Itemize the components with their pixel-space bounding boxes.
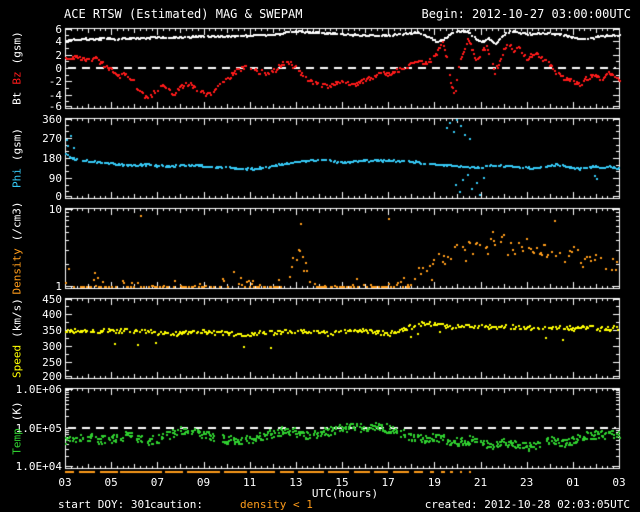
- panel-ylabel-phi: Phi (gsm): [10, 128, 24, 188]
- y-tick-label-speed: 300: [42, 340, 62, 353]
- y-tick-label-density: 1: [55, 280, 62, 293]
- start-doy-label: start DOY: 301: [58, 498, 151, 511]
- x-tick-label: 21: [473, 476, 488, 489]
- x-tick-label: 13: [289, 476, 303, 489]
- panel-ylabel-part: Density: [10, 248, 24, 295]
- plot-canvas: [0, 0, 640, 512]
- ace-rtsw-chart: ACE RTSW (Estimated) MAG & SWEPAM Begin:…: [0, 0, 640, 512]
- x-tick-label: 03: [612, 476, 626, 489]
- y-tick-label-phi: 180: [42, 152, 62, 165]
- y-tick-label-density: 10: [48, 203, 62, 216]
- y-tick-label-speed: 400: [42, 308, 62, 321]
- y-tick-label-bt_bz: -2: [48, 75, 62, 88]
- x-tick-label: 05: [104, 476, 118, 489]
- x-tick-label: 17: [381, 476, 395, 489]
- y-tick-label-bt_bz: 2: [55, 49, 62, 62]
- panel-ylabel-part: Bt: [10, 91, 24, 105]
- panel-ylabel-part: Phi: [10, 168, 24, 188]
- panel-ylabel-speed: Speed (km/s): [10, 298, 24, 378]
- x-tick-label: 01: [566, 476, 580, 489]
- panel-ylabel-part: (K): [10, 401, 24, 422]
- y-tick-label-phi: 0: [55, 190, 62, 203]
- panel-ylabel-temp: Temp (K): [10, 401, 24, 455]
- panel-ylabel-bt_bz: Bt Bz (gsm): [10, 31, 24, 105]
- panel-ylabel-part: (/cm3): [10, 201, 24, 242]
- panel-ylabel-part: (km/s): [10, 298, 24, 338]
- y-tick-label-speed: 450: [42, 293, 62, 306]
- x-tick-label: 09: [196, 476, 211, 489]
- panel-ylabel-part: (gsm): [10, 31, 24, 65]
- panel-ylabel-part: Speed: [10, 344, 24, 378]
- x-tick-label: 03: [58, 476, 72, 489]
- panel-ylabel-density: Density (/cm3): [10, 201, 24, 295]
- created-timestamp: created: 2012-10-28 02:03:05UTC: [424, 498, 630, 511]
- y-tick-label-temp: 1.0E+06: [15, 383, 62, 396]
- x-axis-title: UTC(hours): [311, 487, 379, 500]
- y-tick-label-phi: 90: [48, 172, 62, 185]
- caution-value: density < 1: [240, 498, 313, 511]
- y-tick-label-bt_bz: 4: [55, 35, 62, 48]
- y-tick-label-speed: 350: [42, 324, 62, 337]
- y-tick-label-phi: 360: [42, 113, 62, 126]
- x-tick-label: 23: [520, 476, 534, 489]
- y-tick-label-bt_bz: 0: [55, 62, 62, 75]
- caution-label: caution:: [150, 498, 203, 511]
- x-tick-label: 07: [150, 476, 164, 489]
- y-tick-label-temp: 1.0E+04: [15, 460, 62, 473]
- x-tick-label: 19: [427, 476, 441, 489]
- y-tick-label-bt_bz: -6: [48, 100, 62, 113]
- begin-timestamp: Begin: 2012-10-27 03:00:00UTC: [421, 7, 631, 21]
- y-tick-label-phi: 270: [42, 132, 62, 145]
- y-tick-label-speed: 200: [42, 370, 62, 383]
- y-tick-label-speed: 250: [42, 356, 62, 369]
- x-tick-label: 11: [243, 476, 257, 489]
- y-tick-label-bt_bz: 6: [55, 23, 62, 36]
- panel-ylabel-part: Bz: [10, 71, 24, 85]
- panel-ylabel-part: (gsm): [10, 128, 24, 162]
- page-title: ACE RTSW (Estimated) MAG & SWEPAM: [64, 7, 303, 21]
- panel-ylabel-part: Temp: [10, 428, 24, 455]
